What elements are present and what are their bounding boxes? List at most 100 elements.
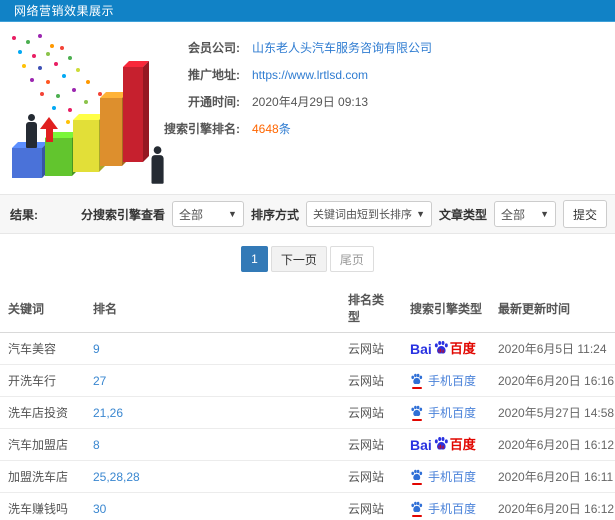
businessman-figure-left	[25, 114, 37, 148]
illustration-bar-blue	[12, 142, 48, 178]
submit-button[interactable]: 提交	[563, 200, 607, 228]
rank-type-cell: 云网站	[340, 332, 402, 365]
rank-type-cell: 云网站	[340, 396, 402, 429]
keyword-cell: 汽车美容	[0, 332, 85, 365]
result-section-label: 结果:	[10, 207, 38, 222]
promo-url-link[interactable]: https://www.lrtlsd.com	[252, 68, 368, 82]
rank-link[interactable]: 30	[85, 492, 340, 520]
promo-url-label: 推广地址:	[188, 68, 240, 82]
rank-link[interactable]: 25,28,28	[85, 460, 340, 493]
rank-unit: 条	[278, 122, 291, 136]
top-title-bar: 网络营销效果展示	[0, 0, 615, 22]
engine-type-cell: Bai du 百度	[402, 364, 490, 397]
update-time-cell: 2020年6月5日 11:24	[490, 332, 615, 365]
mobile-baidu-icon: 手机百度	[410, 404, 476, 421]
engine-filter-value: 全部	[178, 207, 203, 222]
svg-text:du: du	[438, 444, 444, 450]
confetti-decoration	[12, 36, 16, 40]
header-update-time: 最新更新时间	[490, 284, 615, 333]
rank-type-cell: 云网站	[340, 364, 402, 397]
sort-value: 关键词由短到长排序	[312, 209, 412, 221]
update-time-cell: 2020年6月20日 16:16	[490, 364, 615, 397]
baidu-paw-icon: du	[434, 437, 448, 450]
rank-type-cell: 云网站	[340, 428, 402, 461]
engine-type-cell: Bai du 百度	[402, 396, 490, 429]
pagination: 1 下一页 尾页	[0, 246, 615, 272]
mobile-baidu-icon: 手机百度	[410, 372, 476, 389]
baidu-paw-icon: du	[434, 341, 448, 354]
engine-filter-label: 分搜索引擎查看	[80, 207, 165, 222]
keyword-cell: 汽车加盟店	[0, 428, 85, 461]
info-row-engine-rank: 搜索引擎排名: 4648条	[150, 115, 615, 142]
header-rank: 排名	[85, 284, 340, 333]
article-type-label: 文章类型	[438, 207, 487, 222]
baidu-logo-icon: Bai du 百度	[410, 341, 476, 357]
rank-type-cell: 云网站	[340, 460, 402, 493]
table-row: 洗车店投资 21,26 云网站 Bai du 百度	[0, 396, 615, 429]
table-header-row: 关键词 排名 排名类型 搜索引擎类型 最新更新时间	[0, 284, 615, 333]
chevron-down-icon: ▼	[228, 209, 237, 219]
engine-filter-select[interactable]: 全部 ▼	[171, 201, 244, 227]
illustration-bar-red	[123, 61, 149, 162]
header-engine-type: 搜索引擎类型	[402, 284, 490, 333]
open-time-label: 开通时间:	[188, 95, 240, 109]
keyword-cell: 洗车店投资	[0, 396, 85, 429]
illustration-bar-yellow	[73, 114, 105, 172]
keyword-cell: 加盟洗车店	[0, 460, 85, 493]
info-row-company: 会员公司: 山东老人头汽车服务咨询有限公司	[150, 34, 615, 61]
baidu-logo-icon: Bai du 百度	[410, 437, 476, 453]
rank-link[interactable]: 21,26	[85, 396, 340, 429]
engine-type-cell: Bai du 百度	[402, 492, 490, 520]
last-page-button[interactable]: 尾页	[329, 246, 374, 272]
engine-rank-label: 搜索引擎排名:	[164, 122, 240, 136]
page-button-1[interactable]: 1	[241, 246, 268, 272]
update-time-cell: 2020年6月20日 16:11	[490, 460, 615, 493]
page-title: 网络营销效果展示	[14, 4, 115, 18]
mobile-paw-icon	[410, 501, 423, 517]
update-time-cell: 2020年6月20日 16:12	[490, 428, 615, 461]
mobile-paw-icon	[410, 405, 423, 421]
header-keyword: 关键词	[0, 284, 85, 333]
engine-type-cell: Bai du 百度	[402, 332, 490, 365]
mobile-paw-icon	[410, 373, 423, 389]
company-label: 会员公司:	[188, 41, 240, 55]
chevron-down-icon: ▼	[416, 209, 425, 219]
header-rank-type: 排名类型	[340, 284, 402, 333]
chevron-down-icon: ▼	[540, 209, 549, 219]
open-time-value: 2020年4月29日 09:13	[252, 95, 369, 109]
info-row-url: 推广地址: https://www.lrtlsd.com	[150, 61, 615, 88]
up-arrow-icon	[40, 114, 58, 142]
sort-select[interactable]: 关键词由短到长排序 ▼	[305, 201, 432, 227]
table-row: 开洗车行 27 云网站 Bai du 百度	[0, 364, 615, 397]
rank-type-cell: 云网站	[340, 492, 402, 520]
illustration-bar-orange	[100, 92, 128, 166]
company-name-link[interactable]: 山东老人头汽车服务咨询有限公司	[252, 39, 432, 56]
sort-label: 排序方式	[250, 207, 299, 222]
article-type-value: 全部	[501, 207, 526, 222]
engine-type-cell: Bai du 百度	[402, 428, 490, 461]
mobile-baidu-icon: 手机百度	[410, 468, 476, 485]
businessman-figure-right	[150, 146, 164, 184]
keyword-cell: 开洗车行	[0, 364, 85, 397]
results-table: 关键词 排名 排名类型 搜索引擎类型 最新更新时间 汽车美容 9 云网站 Bai…	[0, 284, 615, 520]
svg-text:du: du	[438, 348, 444, 354]
mobile-paw-icon	[410, 469, 423, 485]
keyword-cell: 洗车赚钱吗	[0, 492, 85, 520]
rank-link[interactable]: 27	[85, 364, 340, 397]
filter-controls: 分搜索引擎查看 全部 ▼ 排序方式 关键词由短到长排序 ▼ 文章类型 全部 ▼ …	[81, 200, 607, 228]
table-row: 洗车赚钱吗 30 云网站 Bai du 百度	[0, 492, 615, 520]
filter-bar: 结果: 分搜索引擎查看 全部 ▼ 排序方式 关键词由短到长排序 ▼ 文章类型 全…	[0, 194, 615, 234]
next-page-button[interactable]: 下一页	[270, 246, 327, 272]
table-row: 汽车加盟店 8 云网站 Bai du 百度 2020年6月20日 16:12	[0, 428, 615, 461]
engine-type-cell: Bai du 百度	[402, 460, 490, 493]
engine-rank-value: 4648条	[252, 120, 291, 137]
table-row: 加盟洗车店 25,28,28 云网站 Bai du 百度	[0, 460, 615, 493]
article-type-select[interactable]: 全部 ▼	[494, 201, 556, 227]
hero-section: 会员公司: 山东老人头汽车服务咨询有限公司 推广地址: https://www.…	[0, 22, 615, 194]
update-time-cell: 2020年6月20日 16:12	[490, 492, 615, 520]
rank-link[interactable]: 9	[85, 332, 340, 365]
rank-link[interactable]: 8	[85, 428, 340, 461]
rank-count: 4648	[252, 122, 279, 136]
table-row: 汽车美容 9 云网站 Bai du 百度 2020年6月5日 11:24	[0, 332, 615, 365]
mobile-baidu-icon: 手机百度	[410, 500, 476, 517]
